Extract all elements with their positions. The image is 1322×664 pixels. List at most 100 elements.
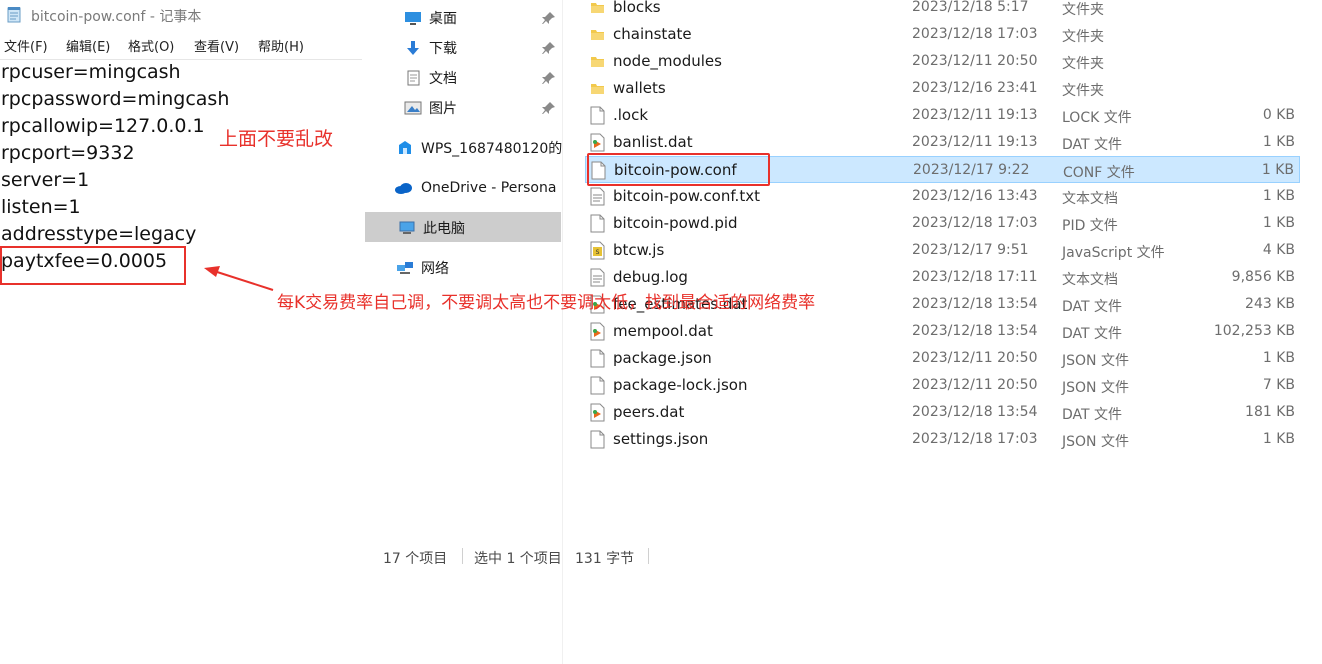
file-type: 文件夹 (1062, 83, 1104, 99)
file-name: package-lock.json (613, 376, 748, 394)
media-file-icon (590, 403, 605, 422)
menu-view[interactable]: 查看(V) (194, 36, 239, 55)
file-row[interactable]: bitcoin-powd.pid 2023/12/18 17:03 PID 文件 1 … (585, 210, 1300, 237)
notepad-title-bar: bitcoin-pow.conf - 记事本 (0, 0, 362, 30)
file-name: peers.dat (613, 403, 685, 421)
menu-format[interactable]: 格式(O) (128, 36, 174, 55)
file-size: 243 KB (1245, 296, 1295, 312)
notepad-icon (7, 7, 21, 23)
file-name: bitcoin-pow.conf.txt (613, 187, 760, 205)
file-size: 9,856 KB (1231, 269, 1295, 285)
file-row[interactable]: bitcoin-pow.conf.txt 2023/12/16 13:43 文本文档… (585, 183, 1300, 210)
file-row[interactable]: chainstate 2023/12/18 17:03 文件夹 (585, 21, 1300, 48)
file-icon (590, 376, 605, 395)
file-size: 1 KB (1262, 350, 1295, 366)
nav-this-pc[interactable]: 此电脑 (398, 214, 558, 242)
file-icon (590, 349, 605, 368)
nav-label: 文档 (429, 71, 457, 87)
menu-edit[interactable]: 编辑(E) (66, 36, 110, 55)
nav-desktop[interactable]: 桌面 (404, 4, 534, 32)
picture-icon (404, 101, 422, 115)
pin-icon[interactable] (542, 41, 556, 55)
folder-icon (591, 3, 604, 13)
annotation-fee-hint: 每K交易费率自己调，不要调太高也不要调太低，找到最合适的网络费率 (277, 293, 816, 313)
file-type: 文本文档 (1062, 272, 1118, 288)
file-name: .lock (613, 106, 649, 124)
nav-documents[interactable]: 文档 (404, 64, 534, 92)
file-name: node_modules (613, 52, 722, 70)
nav-label: WPS_1687480120的 (421, 141, 562, 157)
nav-pictures[interactable]: 图片 (404, 94, 534, 122)
file-size: 102,253 KB (1213, 323, 1295, 339)
wps-cloud-icon (399, 141, 411, 154)
text-line: server=1 (1, 169, 90, 191)
status-bytes: 131 字节 (575, 551, 635, 567)
text-file-icon (590, 268, 605, 287)
nav-label: 图片 (429, 101, 457, 117)
pin-icon[interactable] (542, 11, 556, 25)
file-name: chainstate (613, 25, 692, 43)
file-date: 2023/12/17 9:51 (912, 242, 1029, 258)
file-type: JavaScript 文件 (1062, 245, 1165, 261)
file-name: btcw.js (613, 241, 665, 259)
file-size: 1 KB (1261, 162, 1294, 178)
file-row[interactable]: wallets 2023/12/16 23:41 文件夹 (585, 75, 1300, 102)
file-type: 文本文档 (1062, 191, 1118, 207)
annotation-arrow (204, 266, 274, 291)
file-name: banlist.dat (613, 133, 693, 151)
file-type: CONF 文件 (1063, 165, 1135, 181)
text-line: rpcuser=mingcash (1, 61, 181, 83)
file-type: DAT 文件 (1062, 137, 1123, 153)
file-size: 1 KB (1262, 134, 1295, 150)
menu-file[interactable]: 文件(F) (4, 36, 48, 55)
file-size: 7 KB (1262, 377, 1295, 393)
file-row[interactable]: package.json 2023/12/11 20:50 JSON 文件 1 KB (585, 345, 1300, 372)
file-type: JSON 文件 (1062, 380, 1129, 396)
highlight-box-conf (587, 153, 770, 186)
nav-wps-cloud[interactable]: WPS_1687480120的 (396, 134, 562, 162)
nav-network[interactable]: 网络 (396, 254, 556, 282)
nav-onedrive[interactable]: OneDrive - Persona (394, 174, 562, 202)
nav-downloads[interactable]: 下载 (404, 34, 534, 62)
file-size: 181 KB (1245, 404, 1295, 420)
menu-help[interactable]: 帮助(H) (258, 36, 304, 55)
pin-icon[interactable] (542, 101, 556, 115)
file-row[interactable]: debug.log 2023/12/18 17:11 文本文档 9,856 KB (585, 264, 1300, 291)
notepad-menu-bar: 文件(F) 编辑(E) 格式(O) 查看(V) 帮助(H) (0, 36, 362, 56)
file-date: 2023/12/18 17:11 (912, 269, 1038, 285)
desktop-icon (405, 12, 421, 25)
svg-text:S: S (596, 249, 600, 256)
file-date: 2023/12/11 19:13 (912, 107, 1038, 123)
file-type: 文件夹 (1062, 56, 1104, 72)
file-date: 2023/12/18 17:03 (912, 26, 1038, 42)
status-divider (462, 548, 463, 564)
annotation-do-not-change: 上面不要乱改 (219, 128, 334, 150)
file-row[interactable]: package-lock.json 2023/12/11 20:50 JSON 文件… (585, 372, 1300, 399)
file-row[interactable]: banlist.dat 2023/12/11 19:13 DAT 文件 1 KB (585, 129, 1300, 156)
file-date: 2023/12/18 17:03 (912, 431, 1038, 447)
file-type: DAT 文件 (1062, 326, 1123, 342)
status-item-count: 17 个项目 (383, 551, 448, 567)
text-file-icon (590, 187, 605, 206)
file-row[interactable]: blocks 2023/12/18 5:17 文件夹 (585, 0, 1300, 21)
file-name: bitcoin-powd.pid (613, 214, 738, 232)
file-row[interactable]: mempool.dat 2023/12/18 13:54 DAT 文件 102,253… (585, 318, 1300, 345)
nav-label: 网络 (421, 261, 449, 277)
file-type: 文件夹 (1062, 2, 1104, 18)
folder-icon (591, 84, 604, 94)
file-row[interactable]: Sbtcw.js 2023/12/17 9:51 JavaScript 文件 4 KB (585, 237, 1300, 264)
file-size: 4 KB (1262, 242, 1295, 258)
file-size: 0 KB (1262, 107, 1295, 123)
file-type: PID 文件 (1062, 218, 1118, 234)
cloud-icon (395, 183, 412, 194)
nav-label: 下载 (429, 41, 457, 57)
file-name: blocks (613, 0, 661, 16)
text-line: rpcallowip=127.0.0.1 (1, 115, 205, 137)
file-type: 文件夹 (1062, 29, 1104, 45)
file-date: 2023/12/11 20:50 (912, 53, 1038, 69)
file-row[interactable]: peers.dat 2023/12/18 13:54 DAT 文件 181 KB (585, 399, 1300, 426)
pin-icon[interactable] (542, 71, 556, 85)
file-row[interactable]: .lock 2023/12/11 19:13 LOCK 文件 0 KB (585, 102, 1300, 129)
file-row[interactable]: node_modules 2023/12/11 20:50 文件夹 (585, 48, 1300, 75)
file-row[interactable]: settings.json 2023/12/18 17:03 JSON 文件 1 KB (585, 426, 1300, 453)
